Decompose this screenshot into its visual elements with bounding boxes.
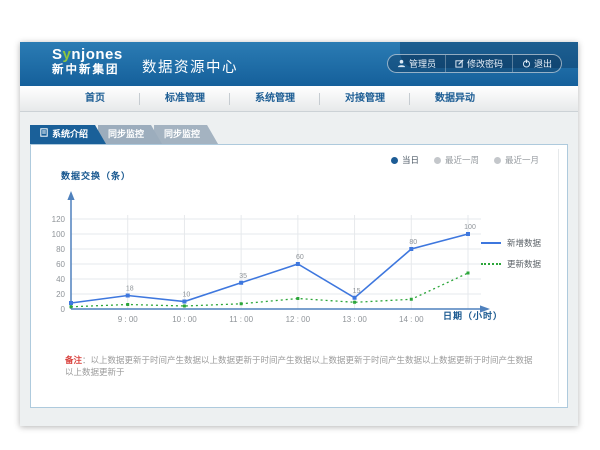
change-password-label: 修改密码	[467, 57, 503, 70]
footnote: 备注：以上数据更新于时间产生数据以上数据更新于时间产生数据以上数据更新于时间产生…	[65, 354, 535, 378]
brand-logo: Synjones 新中新集团	[52, 47, 123, 76]
svg-text:100: 100	[464, 224, 476, 231]
svg-text:12 : 00: 12 : 00	[286, 315, 311, 324]
svg-text:10: 10	[183, 292, 191, 299]
logout-button[interactable]: 退出	[512, 55, 561, 72]
nav-item-interface-mgmt[interactable]: 对接管理	[320, 86, 410, 111]
user-name-label: 管理员	[409, 57, 436, 70]
time-range-filter: 当日 最近一周 最近一月	[391, 154, 539, 166]
radio-icon	[434, 157, 441, 164]
filter-label: 最近一周	[445, 154, 479, 166]
nav-item-data-change[interactable]: 数据异动	[410, 86, 500, 111]
svg-text:80: 80	[409, 239, 417, 246]
tab-label: 同步监控	[164, 125, 200, 144]
svg-text:100: 100	[52, 230, 66, 239]
legend-label: 更新数据	[507, 258, 541, 270]
x-axis-title: 日期（小时）	[443, 309, 503, 322]
brand-company-name: 新中新集团	[52, 64, 123, 77]
svg-text:60: 60	[296, 254, 304, 261]
tab-sync-monitor-2[interactable]: 同步监控	[154, 125, 218, 144]
main-nav: 首页 标准管理 系统管理 对接管理 数据异动	[20, 86, 578, 112]
chart-legend: 新增数据 更新数据	[481, 237, 541, 270]
page: Synjones 新中新集团 数据资源中心 管理员 修改密码	[0, 0, 600, 450]
app-window: Synjones 新中新集团 数据资源中心 管理员 修改密码	[20, 42, 578, 426]
footnote-text: ：以上数据更新于时间产生数据以上数据更新于时间产生数据以上数据更新于时间产生数据…	[65, 355, 533, 377]
tab-label: 同步监控	[108, 125, 144, 144]
brand-logo-text: Synjones	[52, 47, 123, 64]
logout-label: 退出	[534, 57, 552, 70]
svg-text:60: 60	[56, 260, 65, 269]
svg-text:15: 15	[353, 288, 361, 295]
user-toolbar: 管理员 修改密码 退出	[387, 54, 562, 73]
tab-sync-monitor-1[interactable]: 同步监控	[98, 125, 162, 144]
panel-right-divider	[558, 149, 559, 403]
dotted-line-icon	[481, 263, 501, 265]
change-password-button[interactable]: 修改密码	[445, 55, 512, 72]
svg-text:9 : 00: 9 : 00	[118, 315, 139, 324]
legend-entry-new-data[interactable]: 新增数据	[481, 237, 541, 249]
nav-item-standard-mgmt[interactable]: 标准管理	[140, 86, 230, 111]
svg-text:18: 18	[126, 286, 134, 293]
power-icon	[522, 59, 531, 68]
radio-selected-icon	[391, 157, 398, 164]
svg-text:120: 120	[52, 215, 66, 224]
nav-item-system-mgmt[interactable]: 系统管理	[230, 86, 320, 111]
solid-line-icon	[481, 242, 501, 244]
nav-item-home[interactable]: 首页	[50, 86, 140, 111]
page-title: 数据资源中心	[142, 56, 238, 77]
current-user-button[interactable]: 管理员	[388, 55, 445, 72]
line-chart: 0 20 40 60 80 100 120 9 : 00 10 : 00 11 : 00 12 : …	[31, 179, 501, 349]
footnote-label: 备注	[65, 355, 82, 365]
legend-label: 新增数据	[507, 237, 541, 249]
svg-text:0: 0	[61, 305, 66, 314]
radio-icon	[494, 157, 501, 164]
legend-entry-updated-data[interactable]: 更新数据	[481, 258, 541, 270]
svg-text:10 : 00: 10 : 00	[172, 315, 197, 324]
document-icon	[40, 125, 48, 144]
tab-system-intro[interactable]: 系统介绍	[30, 125, 106, 144]
filter-label: 最近一月	[505, 154, 539, 166]
filter-option-last-month[interactable]: 最近一月	[494, 154, 539, 166]
edit-icon	[455, 59, 464, 68]
filter-option-last-week[interactable]: 最近一周	[434, 154, 479, 166]
svg-text:35: 35	[239, 273, 247, 280]
svg-text:11 : 00: 11 : 00	[229, 315, 253, 324]
svg-text:80: 80	[56, 245, 65, 254]
tab-label: 系统介绍	[52, 125, 88, 144]
filter-option-today[interactable]: 当日	[391, 154, 419, 166]
svg-text:40: 40	[56, 275, 65, 284]
tab-bar: 系统介绍 同步监控 同步监控	[30, 125, 210, 144]
svg-text:13 : 00: 13 : 00	[342, 315, 367, 324]
filter-label: 当日	[402, 154, 419, 166]
svg-text:20: 20	[56, 290, 65, 299]
user-icon	[397, 59, 406, 68]
content-panel: 当日 最近一周 最近一月 数据交换（条） 0204060801001209 : …	[30, 144, 568, 408]
svg-text:14 : 00: 14 : 00	[399, 315, 424, 324]
app-header: Synjones 新中新集团 数据资源中心 管理员 修改密码	[20, 42, 578, 86]
